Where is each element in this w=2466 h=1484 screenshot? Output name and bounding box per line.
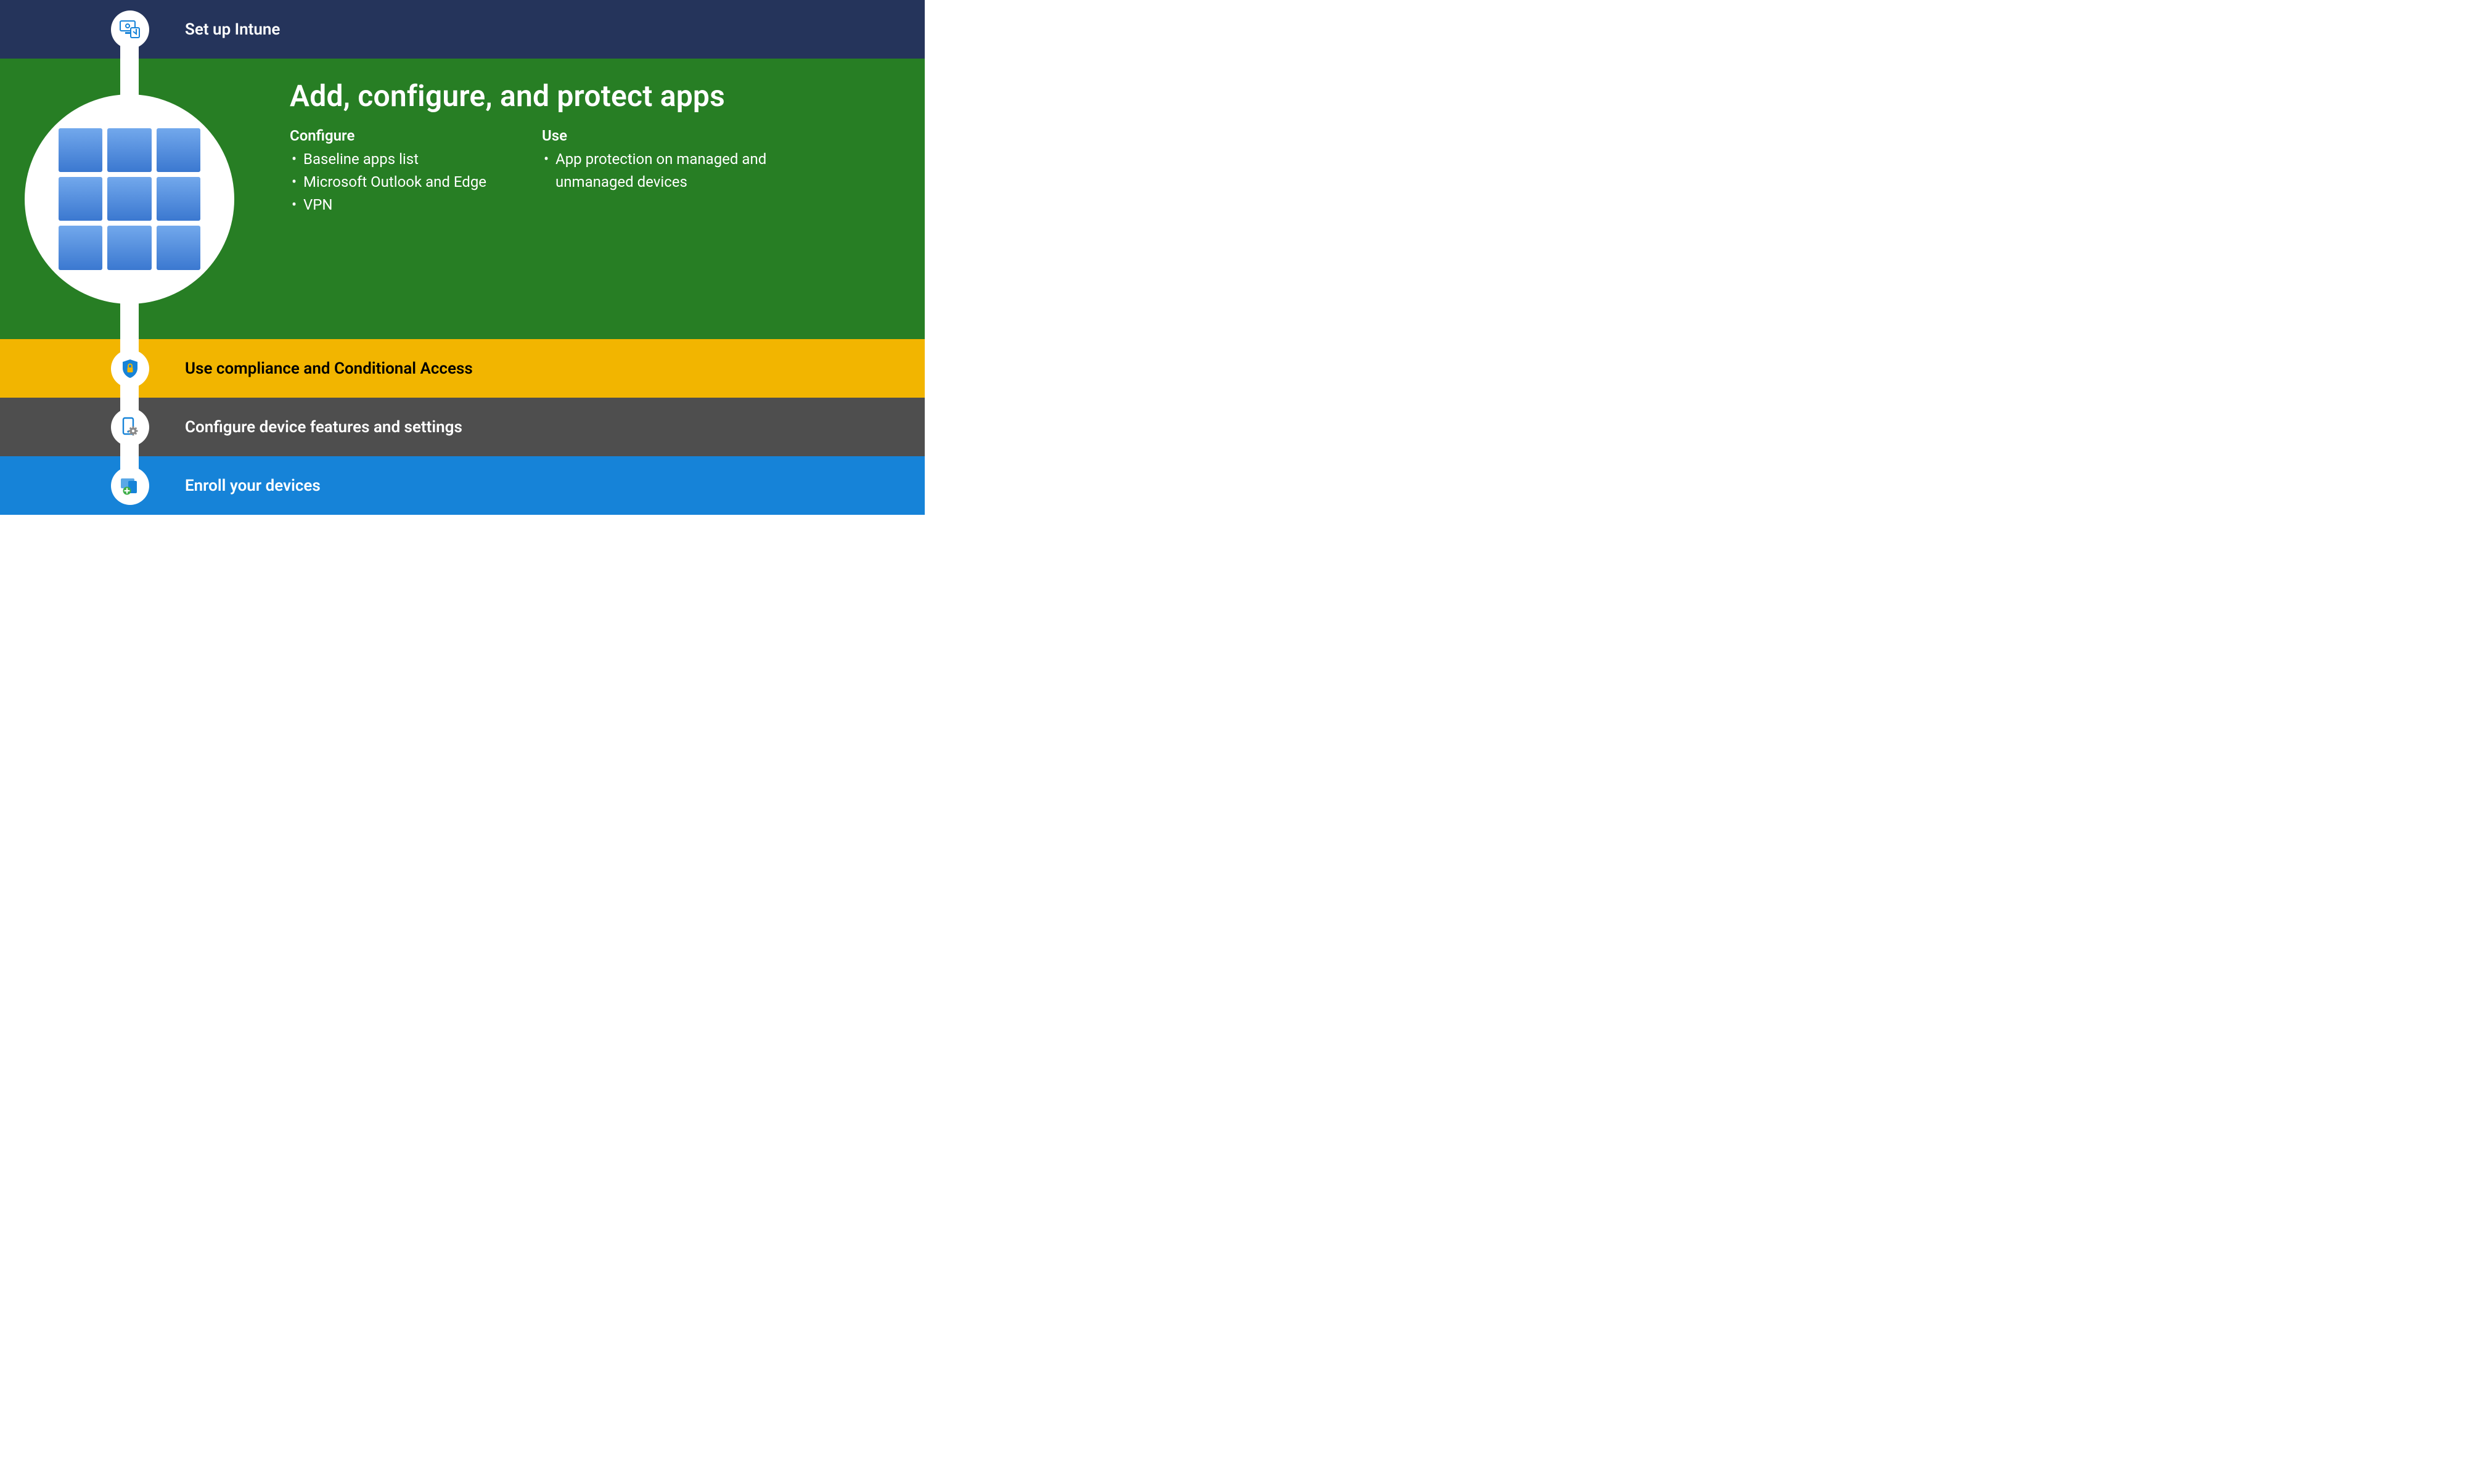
step-apps-expanded: Add, configure, and protect apps Configu… (0, 59, 925, 339)
list-item: Microsoft Outlook and Edge (290, 171, 486, 194)
configure-list: Baseline apps list Microsoft Outlook and… (290, 148, 486, 217)
apps-grid-icon (25, 94, 234, 304)
step-apps-title: Add, configure, and protect apps (290, 78, 776, 113)
step-enroll-label: Enroll your devices (185, 477, 321, 495)
step-apps-content: Add, configure, and protect apps Configu… (290, 78, 776, 217)
intune-steps-diagram: Set up Intune Add, configure, and protec… (0, 0, 925, 515)
step-device-features: Configure device features and settings (0, 398, 925, 456)
step-setup-label: Set up Intune (185, 20, 280, 39)
list-item: App protection on managed and unmanaged … (542, 148, 776, 194)
use-heading: Use (542, 127, 776, 144)
device-add-icon (111, 467, 149, 505)
shield-lock-icon (111, 350, 149, 388)
step-conditional-access: Use compliance and Conditional Access (0, 339, 925, 398)
step-ca-label: Use compliance and Conditional Access (185, 359, 473, 378)
device-gear-icon (111, 408, 149, 446)
step-feat-label: Configure device features and settings (185, 418, 462, 437)
step-enroll-devices: Enroll your devices (0, 456, 925, 515)
list-item: Baseline apps list (290, 148, 486, 171)
configure-heading: Configure (290, 127, 486, 144)
use-list: App protection on managed and unmanaged … (542, 148, 776, 194)
step-setup: Set up Intune (0, 0, 925, 59)
monitor-icon (111, 10, 149, 49)
list-item: VPN (290, 194, 486, 216)
use-column: Use App protection on managed and unmana… (542, 127, 776, 217)
configure-column: Configure Baseline apps list Microsoft O… (290, 127, 486, 217)
